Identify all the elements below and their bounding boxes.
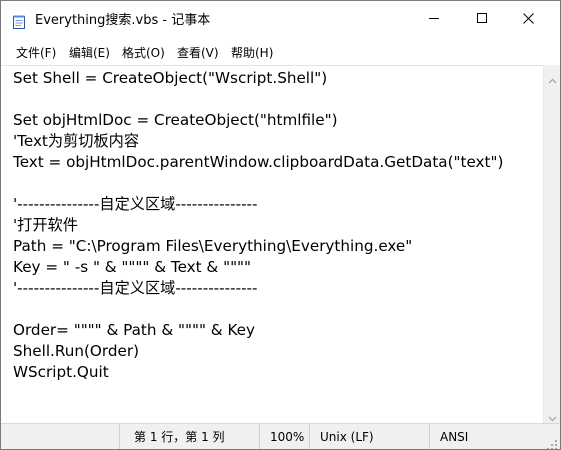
editor-line: Shell.Run(Order)	[13, 342, 140, 360]
menu-bar: 文件(F) 编辑(E) 格式(O) 查看(V) 帮助(H)	[1, 41, 560, 65]
cursor-position: 第 1 行，第 1 列	[134, 430, 225, 444]
editor-line: 'Text为剪切板内容	[13, 132, 140, 150]
editor-line: Order= """" & Path & """" & Key	[13, 321, 255, 339]
maximize-icon	[477, 13, 487, 23]
editor-line: Path = "C:\Program Files\Everything\Ever…	[13, 237, 413, 255]
line-ending: Unix (LF)	[320, 430, 374, 444]
menu-view[interactable]: 查看(V)	[177, 45, 219, 61]
status-divider	[309, 424, 310, 449]
menu-file[interactable]: 文件(F)	[16, 45, 56, 61]
minimize-icon	[429, 18, 439, 19]
minimize-button[interactable]	[411, 1, 457, 35]
editor-line: Text = objHtmlDoc.parentWindow.clipboard…	[13, 153, 504, 171]
resize-grip-icon[interactable]	[546, 436, 558, 449]
editor-line: Set objHtmlDoc = CreateObject("htmlfile"…	[13, 111, 338, 129]
chevron-down-icon[interactable]	[548, 408, 557, 422]
zoom-level: 100%	[270, 430, 305, 444]
chevron-up-icon[interactable]	[548, 71, 557, 84]
editor-line: '打开软件	[13, 216, 78, 234]
menu-help[interactable]: 帮助(H)	[231, 45, 273, 61]
notepad-window: Everything搜索.vbs - 记事本 文件(F) 编辑(E) 格式(O)…	[0, 0, 561, 450]
text-editor[interactable]: Set Shell = CreateObject("Wscript.Shell"…	[1, 65, 543, 424]
status-divider	[429, 424, 430, 449]
editor-line: WScript.Quit	[13, 363, 109, 381]
encoding: ANSI	[440, 430, 469, 444]
editor-line: '---------------自定义区域---------------	[13, 195, 258, 213]
status-divider	[119, 424, 120, 449]
editor-line: '---------------自定义区域---------------	[13, 279, 258, 297]
menu-edit[interactable]: 编辑(E)	[69, 45, 110, 61]
vertical-scrollbar[interactable]	[543, 65, 560, 423]
status-bar: 第 1 行，第 1 列 100% Unix (LF) ANSI	[1, 423, 560, 449]
close-icon	[522, 12, 534, 24]
close-button[interactable]	[505, 1, 551, 35]
editor-line: Set Shell = CreateObject("Wscript.Shell"…	[13, 69, 328, 87]
maximize-button[interactable]	[459, 1, 505, 35]
notepad-icon[interactable]	[13, 14, 25, 29]
title-bar[interactable]: Everything搜索.vbs - 记事本	[1, 1, 560, 41]
editor-line: Key = " -s " & """" & Text & """"	[13, 258, 252, 276]
menu-format[interactable]: 格式(O)	[122, 45, 165, 61]
window-title: Everything搜索.vbs - 记事本	[35, 13, 211, 28]
status-divider	[259, 424, 260, 449]
